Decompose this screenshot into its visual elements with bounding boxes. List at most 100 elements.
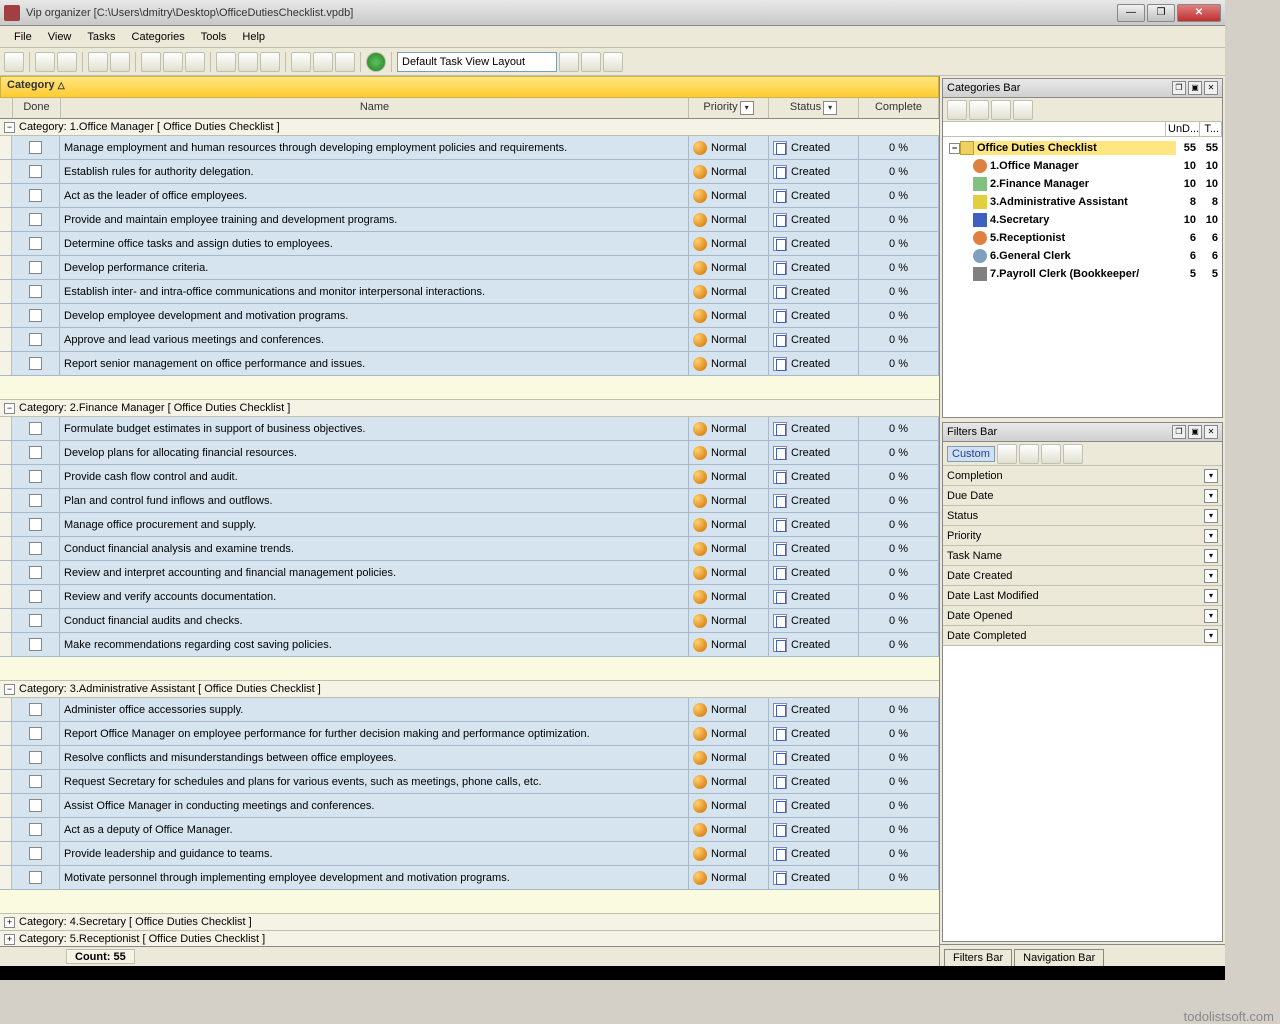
task-row[interactable]: Manage employment and human resources th… xyxy=(0,136,939,160)
done-checkbox[interactable] xyxy=(29,494,42,507)
task-row[interactable]: Establish inter- and intra-office commun… xyxy=(0,280,939,304)
panel-restore-icon[interactable]: ❐ xyxy=(1172,81,1186,95)
toolbar-btn[interactable] xyxy=(947,100,967,120)
done-checkbox[interactable] xyxy=(29,237,42,250)
menu-view[interactable]: View xyxy=(40,29,80,45)
toolbar-btn[interactable] xyxy=(57,52,77,72)
group-header[interactable]: −Category: 1.Office Manager [ Office Dut… xyxy=(0,119,939,136)
panel-close-icon[interactable]: ✕ xyxy=(1204,81,1218,95)
toolbar-btn[interactable] xyxy=(1019,444,1039,464)
panel-restore-icon[interactable]: ❐ xyxy=(1172,425,1186,439)
task-row[interactable]: Resolve conflicts and misunderstandings … xyxy=(0,746,939,770)
done-checkbox[interactable] xyxy=(29,285,42,298)
col-status[interactable]: Status▾ xyxy=(769,98,859,118)
tree-item[interactable]: 1.Office Manager1010 xyxy=(945,157,1220,175)
filter-dropdown-icon[interactable]: ▾ xyxy=(740,101,754,115)
tab-navigation-bar[interactable]: Navigation Bar xyxy=(1014,949,1104,966)
task-row[interactable]: Administer office accessories supply. No… xyxy=(0,698,939,722)
expand-icon[interactable]: − xyxy=(949,143,960,154)
task-row[interactable]: Manage office procurement and supply. No… xyxy=(0,513,939,537)
done-checkbox[interactable] xyxy=(29,799,42,812)
done-checkbox[interactable] xyxy=(29,638,42,651)
group-header[interactable]: −Category: 2.Finance Manager [ Office Du… xyxy=(0,400,939,417)
tree-item[interactable]: 2.Finance Manager1010 xyxy=(945,175,1220,193)
group-header[interactable]: −Category: 3.Administrative Assistant [ … xyxy=(0,681,939,698)
task-row[interactable]: Establish rules for authority delegation… xyxy=(0,160,939,184)
close-button[interactable]: ✕ xyxy=(1177,4,1221,22)
col-priority[interactable]: Priority▾ xyxy=(689,98,769,118)
expand-icon[interactable]: + xyxy=(4,934,15,945)
toolbar-btn[interactable] xyxy=(997,444,1017,464)
menu-help[interactable]: Help xyxy=(234,29,273,45)
toolbar-btn[interactable] xyxy=(559,52,579,72)
done-checkbox[interactable] xyxy=(29,727,42,740)
task-row[interactable]: Determine office tasks and assign duties… xyxy=(0,232,939,256)
task-row[interactable]: Review and interpret accounting and fina… xyxy=(0,561,939,585)
task-row[interactable]: Assist Office Manager in conducting meet… xyxy=(0,794,939,818)
toolbar-btn[interactable] xyxy=(88,52,108,72)
minimize-button[interactable]: — xyxy=(1117,4,1145,22)
toolbar-btn[interactable] xyxy=(366,52,386,72)
panel-pin-icon[interactable]: ▣ xyxy=(1188,425,1202,439)
done-checkbox[interactable] xyxy=(29,470,42,483)
toolbar-btn[interactable] xyxy=(216,52,236,72)
task-row[interactable]: Develop employee development and motivat… xyxy=(0,304,939,328)
tree-item[interactable]: 7.Payroll Clerk (Bookkeeper/55 xyxy=(945,265,1220,283)
tree-item[interactable]: 3.Administrative Assistant88 xyxy=(945,193,1220,211)
expand-icon[interactable]: − xyxy=(4,403,15,414)
dropdown-icon[interactable]: ▾ xyxy=(1204,529,1218,543)
expand-icon[interactable]: − xyxy=(4,684,15,695)
toolbar-btn[interactable] xyxy=(1041,444,1061,464)
task-row[interactable]: Motivate personnel through implementing … xyxy=(0,866,939,890)
dropdown-icon[interactable]: ▾ xyxy=(1204,609,1218,623)
done-checkbox[interactable] xyxy=(29,542,42,555)
toolbar-btn[interactable] xyxy=(335,52,355,72)
filter-field[interactable]: Priority▾ xyxy=(943,526,1222,546)
task-row[interactable]: Review and verify accounts documentation… xyxy=(0,585,939,609)
dropdown-icon[interactable]: ▾ xyxy=(1204,629,1218,643)
task-row[interactable]: Provide cash flow control and audit. Nor… xyxy=(0,465,939,489)
dropdown-icon[interactable]: ▾ xyxy=(1204,469,1218,483)
toolbar-btn[interactable] xyxy=(163,52,183,72)
filter-field[interactable]: Date Completed▾ xyxy=(943,626,1222,646)
toolbar-btn[interactable] xyxy=(1063,444,1083,464)
filter-field[interactable]: Completion▾ xyxy=(943,466,1222,486)
task-row[interactable]: Report senior management on office perfo… xyxy=(0,352,939,376)
toolbar-btn[interactable] xyxy=(969,100,989,120)
done-checkbox[interactable] xyxy=(29,333,42,346)
toolbar-btn[interactable] xyxy=(4,52,24,72)
grid-body[interactable]: −Category: 1.Office Manager [ Office Dut… xyxy=(0,119,939,946)
panel-close-icon[interactable]: ✕ xyxy=(1204,425,1218,439)
layout-combo[interactable]: Default Task View Layout xyxy=(397,52,557,72)
toolbar-btn[interactable] xyxy=(260,52,280,72)
expand-icon[interactable]: + xyxy=(4,917,15,928)
done-checkbox[interactable] xyxy=(29,751,42,764)
dropdown-icon[interactable]: ▾ xyxy=(1204,589,1218,603)
filter-dropdown-icon[interactable]: ▾ xyxy=(823,101,837,115)
col-complete[interactable]: Complete xyxy=(859,98,939,118)
filter-field[interactable]: Status▾ xyxy=(943,506,1222,526)
menu-tools[interactable]: Tools xyxy=(193,29,235,45)
done-checkbox[interactable] xyxy=(29,309,42,322)
done-checkbox[interactable] xyxy=(29,165,42,178)
done-checkbox[interactable] xyxy=(29,614,42,627)
done-checkbox[interactable] xyxy=(29,847,42,860)
task-row[interactable]: Report Office Manager on employee perfor… xyxy=(0,722,939,746)
maximize-button[interactable]: ❐ xyxy=(1147,4,1175,22)
group-by-header[interactable]: Category △ xyxy=(0,76,939,98)
task-row[interactable]: Make recommendations regarding cost savi… xyxy=(0,633,939,657)
filter-field[interactable]: Task Name▾ xyxy=(943,546,1222,566)
toolbar-btn[interactable] xyxy=(291,52,311,72)
task-row[interactable]: Approve and lead various meetings and co… xyxy=(0,328,939,352)
tree-item[interactable]: 6.General Clerk66 xyxy=(945,247,1220,265)
filter-field[interactable]: Date Opened▾ xyxy=(943,606,1222,626)
task-row[interactable]: Provide leadership and guidance to teams… xyxy=(0,842,939,866)
done-checkbox[interactable] xyxy=(29,775,42,788)
filter-field[interactable]: Due Date▾ xyxy=(943,486,1222,506)
done-checkbox[interactable] xyxy=(29,357,42,370)
task-row[interactable]: Request Secretary for schedules and plan… xyxy=(0,770,939,794)
col-name[interactable]: Name xyxy=(61,98,689,118)
categories-tree[interactable]: −Office Duties Checklist55551.Office Man… xyxy=(943,137,1222,417)
task-row[interactable]: Act as the leader of office employees. N… xyxy=(0,184,939,208)
task-row[interactable]: Act as a deputy of Office Manager. Norma… xyxy=(0,818,939,842)
